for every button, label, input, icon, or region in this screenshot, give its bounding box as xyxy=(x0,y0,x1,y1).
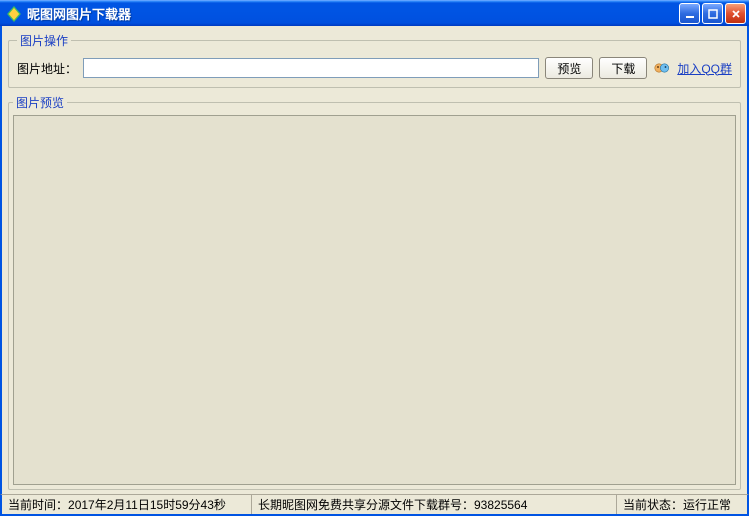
minimize-button[interactable] xyxy=(679,3,700,24)
url-input[interactable] xyxy=(83,58,539,78)
status-state-value: 运行正常 xyxy=(683,496,731,513)
status-time-label: 当前时间： xyxy=(8,496,68,513)
close-button[interactable] xyxy=(725,3,746,24)
status-time-value: 2017年2月11日15时59分43秒 xyxy=(68,496,226,513)
preview-area xyxy=(13,115,736,485)
window-controls xyxy=(679,3,746,24)
status-state: 当前状态：运行正常 xyxy=(617,495,747,514)
qq-group-icon xyxy=(653,59,671,77)
preview-button[interactable]: 预览 xyxy=(545,57,593,79)
preview-group: 图片预览 xyxy=(8,94,741,490)
status-state-label: 当前状态： xyxy=(623,496,683,513)
status-bar: 当前时间：2017年2月11日15时59分43秒 长期昵图网免费共享分源文件下载… xyxy=(0,494,749,516)
download-button[interactable]: 下载 xyxy=(599,57,647,79)
status-share-text: 长期昵图网免费共享分源文件下载群号：93825564 xyxy=(258,496,527,513)
url-label: 图片地址： xyxy=(17,60,77,77)
title-bar: 昵图网图片下载器 xyxy=(0,0,749,26)
app-icon xyxy=(6,6,22,22)
operations-group: 图片操作 图片地址： 预览 下载 加入QQ群 xyxy=(8,32,741,88)
status-share: 长期昵图网免费共享分源文件下载群号：93825564 xyxy=(252,495,617,514)
join-qq-link[interactable]: 加入QQ群 xyxy=(677,60,732,77)
preview-legend: 图片预览 xyxy=(13,94,67,111)
client-area: 图片操作 图片地址： 预览 下载 加入QQ群 图片预览 xyxy=(0,26,749,494)
window-title: 昵图网图片下载器 xyxy=(27,4,679,23)
status-time: 当前时间：2017年2月11日15时59分43秒 xyxy=(2,495,252,514)
operations-legend: 图片操作 xyxy=(17,32,71,49)
maximize-button[interactable] xyxy=(702,3,723,24)
